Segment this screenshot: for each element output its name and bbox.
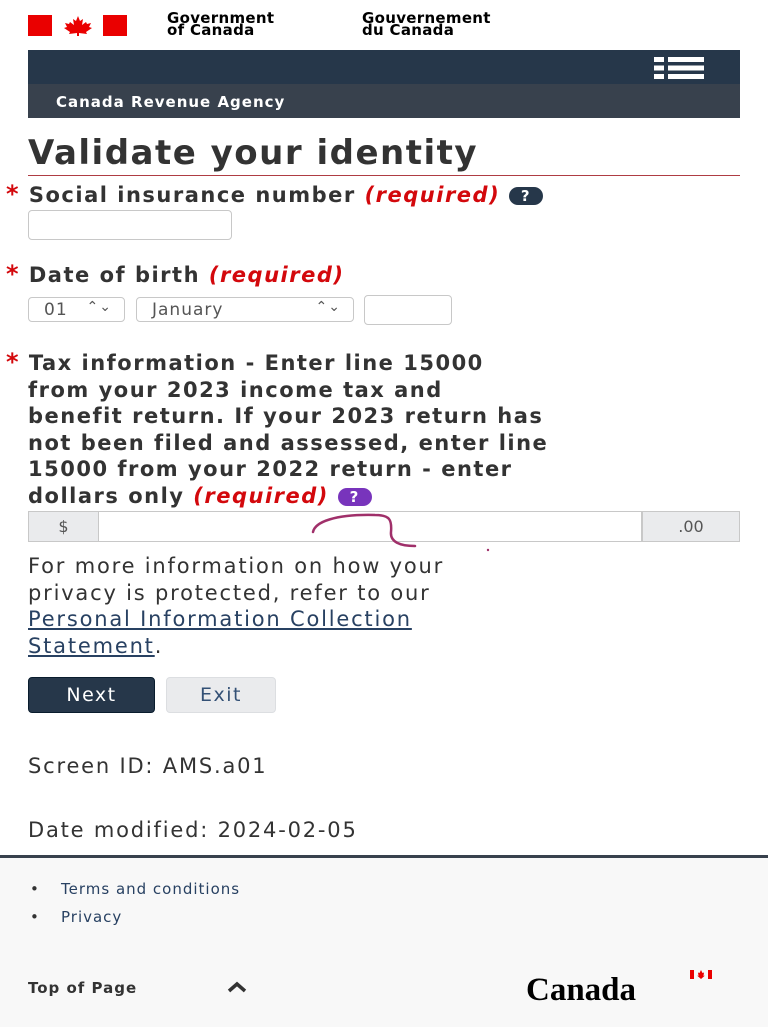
tax-label-line: not been filed and assessed, enter line: [28, 430, 549, 455]
next-button[interactable]: Next: [28, 677, 155, 713]
terms-link[interactable]: Terms and conditions: [61, 880, 240, 898]
privacy-notice: For more information on how your privacy…: [28, 553, 728, 659]
dollar-prefix: $: [28, 511, 99, 542]
help-icon[interactable]: ?: [337, 487, 372, 506]
dob-day-select[interactable]: 01 ⌃⌄: [28, 297, 125, 322]
site-menu-bar: [28, 50, 740, 84]
agency-name[interactable]: Canada Revenue Agency: [56, 93, 285, 111]
tax-label-line: from your 2023 income tax and: [28, 377, 443, 402]
tax-label-line: 15000 from your 2022 return - enter: [28, 457, 513, 481]
footer-link-item: Privacy: [28, 908, 240, 936]
sin-label: * Social insurance number (required) ?: [6, 181, 543, 209]
footer-link-item: Terms and conditions: [28, 880, 240, 908]
required-asterisk: *: [6, 180, 21, 208]
screen-id: Screen ID: AMS.a01: [28, 754, 268, 778]
required-marker: (required): [193, 483, 329, 508]
government-signature: Government of Canada Gouvernement du Can…: [28, 9, 748, 46]
menu-list-icon[interactable]: [654, 57, 704, 79]
required-marker: (required): [208, 263, 345, 287]
canada-flag-icon: [28, 15, 127, 36]
required-marker: (required): [364, 183, 501, 207]
cents-suffix: .00: [642, 511, 740, 542]
government-name-en: Government of Canada: [167, 9, 275, 39]
tax-label: * Tax information - Enter line 15000 fro…: [6, 349, 746, 509]
footer-links: Terms and conditions Privacy: [28, 880, 240, 936]
chevron-up-icon[interactable]: [226, 980, 248, 994]
dob-label-text: Date of birth: [28, 263, 201, 287]
privacy-statement-link[interactable]: Personal Information Collection: [28, 607, 412, 631]
dob-month-value: January: [152, 300, 224, 320]
tax-label-line: dollars only: [28, 483, 185, 508]
privacy-text-line: privacy is protected, refer to our: [28, 580, 431, 605]
select-arrows-icon: ⌃⌄: [86, 299, 112, 315]
maple-leaf-icon: [64, 16, 92, 36]
top-of-page-link[interactable]: Top of Page: [28, 979, 137, 997]
dob-month-select[interactable]: January ⌃⌄: [136, 297, 354, 322]
sin-input[interactable]: [28, 210, 232, 240]
page-footer: Terms and conditions Privacy Top of Page…: [0, 855, 768, 1027]
exit-button[interactable]: Exit: [166, 677, 276, 713]
privacy-statement-link[interactable]: Statement: [28, 634, 155, 658]
tax-label-line: benefit return. If your 2023 return has: [28, 404, 544, 428]
required-asterisk: *: [6, 348, 21, 376]
period: .: [154, 633, 164, 658]
agency-banner: Canada Revenue Agency: [28, 84, 740, 118]
handwritten-stroke: [311, 513, 490, 552]
dob-day-value: 01: [44, 300, 68, 320]
sin-label-text: Social insurance number: [28, 183, 356, 207]
government-name-fr: Gouvernement du Canada: [362, 9, 491, 39]
dob-year-input[interactable]: [364, 295, 452, 325]
svg-text:Canada: Canada: [526, 972, 636, 1008]
dob-label: * Date of birth (required): [6, 261, 344, 289]
tax-label-line: Tax information - Enter line 15000: [28, 351, 484, 375]
page-title: Validate your identity: [28, 132, 740, 176]
privacy-text-line: For more information on how your: [28, 554, 445, 578]
help-icon[interactable]: ?: [508, 187, 543, 205]
select-arrows-icon: ⌃⌄: [315, 299, 341, 315]
privacy-link[interactable]: Privacy: [61, 908, 122, 926]
date-modified: Date modified: 2024-02-05: [28, 818, 358, 842]
canada-wordmark: Canada: [526, 970, 712, 1008]
required-asterisk: *: [6, 260, 21, 288]
